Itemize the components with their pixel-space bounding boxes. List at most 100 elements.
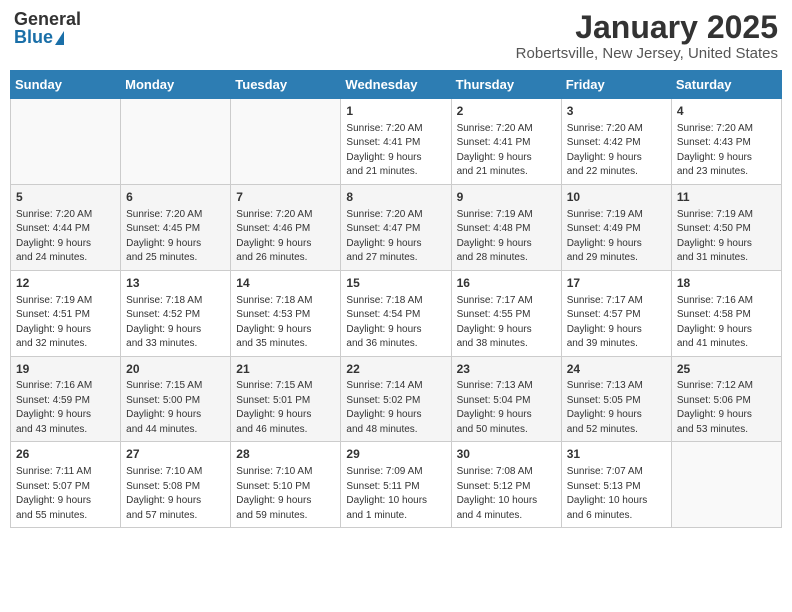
day-of-week-header: Thursday <box>451 71 561 99</box>
day-number: 1 <box>346 103 445 120</box>
calendar-cell: 11 Sunrise: 7:19 AM Sunset: 4:50 PM Dayli… <box>671 184 781 270</box>
day-info: Sunrise: 7:17 AM Sunset: 4:57 PM Dayligh… <box>567 294 666 352</box>
day-info: Sunrise: 7:11 AM Sunset: 5:07 PM Dayligh… <box>16 465 115 523</box>
calendar-cell <box>121 99 231 185</box>
day-info: Sunrise: 7:13 AM Sunset: 5:05 PM Dayligh… <box>567 379 666 437</box>
logo: General Blue <box>14 10 81 46</box>
day-info: Sunrise: 7:10 AM Sunset: 5:10 PM Dayligh… <box>236 465 335 523</box>
calendar-cell <box>11 99 121 185</box>
calendar-header: SundayMondayTuesdayWednesdayThursdayFrid… <box>11 71 782 99</box>
calendar-week-row: 5 Sunrise: 7:20 AM Sunset: 4:44 PM Daylig… <box>11 184 782 270</box>
calendar-cell: 23Sunrise: 7:13 AM Sunset: 5:04 PM Dayli… <box>451 356 561 442</box>
day-number: 26 <box>16 446 115 463</box>
calendar-cell: 1 Sunrise: 7:20 AM Sunset: 4:41 PM Daylig… <box>341 99 451 185</box>
calendar-cell: 30 Sunrise: 7:08 AM Sunset: 5:12 PM Dayli… <box>451 442 561 528</box>
calendar-cell: 9Sunrise: 7:19 AM Sunset: 4:48 PM Daylig… <box>451 184 561 270</box>
day-info: Sunrise: 7:12 AM Sunset: 5:06 PM Dayligh… <box>677 379 776 437</box>
calendar-cell: 18 Sunrise: 7:16 AM Sunset: 4:58 PM Dayli… <box>671 270 781 356</box>
day-number: 4 <box>677 103 776 120</box>
day-info: Sunrise: 7:18 AM Sunset: 4:52 PM Dayligh… <box>126 294 225 352</box>
day-number: 22 <box>346 361 445 378</box>
day-of-week-header: Wednesday <box>341 71 451 99</box>
day-number: 18 <box>677 275 776 292</box>
page-header: General Blue January 2025 Robertsville, … <box>10 10 782 62</box>
day-info: Sunrise: 7:20 AM Sunset: 4:46 PM Dayligh… <box>236 208 335 266</box>
day-info: Sunrise: 7:20 AM Sunset: 4:43 PM Dayligh… <box>677 122 776 180</box>
title-block: January 2025 Robertsville, New Jersey, U… <box>516 10 778 62</box>
day-number: 28 <box>236 446 335 463</box>
calendar-cell: 22Sunrise: 7:14 AM Sunset: 5:02 PM Dayli… <box>341 356 451 442</box>
day-number: 27 <box>126 446 225 463</box>
day-info: Sunrise: 7:15 AM Sunset: 5:01 PM Dayligh… <box>236 379 335 437</box>
calendar-cell: 16 Sunrise: 7:17 AM Sunset: 4:55 PM Dayli… <box>451 270 561 356</box>
day-info: Sunrise: 7:16 AM Sunset: 4:59 PM Dayligh… <box>16 379 115 437</box>
calendar-cell: 27 Sunrise: 7:10 AM Sunset: 5:08 PM Dayli… <box>121 442 231 528</box>
day-number: 5 <box>16 189 115 206</box>
calendar-cell: 15Sunrise: 7:18 AM Sunset: 4:54 PM Dayli… <box>341 270 451 356</box>
calendar-week-row: 1 Sunrise: 7:20 AM Sunset: 4:41 PM Daylig… <box>11 99 782 185</box>
calendar-cell: 3Sunrise: 7:20 AM Sunset: 4:42 PM Daylig… <box>561 99 671 185</box>
day-number: 19 <box>16 361 115 378</box>
calendar-cell <box>231 99 341 185</box>
calendar-cell: 19Sunrise: 7:16 AM Sunset: 4:59 PM Dayli… <box>11 356 121 442</box>
calendar-cell: 17Sunrise: 7:17 AM Sunset: 4:57 PM Dayli… <box>561 270 671 356</box>
calendar-cell: 31 Sunrise: 7:07 AM Sunset: 5:13 PM Dayli… <box>561 442 671 528</box>
logo-general-text: General <box>14 10 81 28</box>
day-number: 12 <box>16 275 115 292</box>
day-number: 7 <box>236 189 335 206</box>
day-number: 14 <box>236 275 335 292</box>
calendar-cell: 14Sunrise: 7:18 AM Sunset: 4:53 PM Dayli… <box>231 270 341 356</box>
day-info: Sunrise: 7:20 AM Sunset: 4:44 PM Dayligh… <box>16 208 115 266</box>
calendar-cell: 6Sunrise: 7:20 AM Sunset: 4:45 PM Daylig… <box>121 184 231 270</box>
day-info: Sunrise: 7:17 AM Sunset: 4:55 PM Dayligh… <box>457 294 556 352</box>
day-number: 31 <box>567 446 666 463</box>
day-info: Sunrise: 7:16 AM Sunset: 4:58 PM Dayligh… <box>677 294 776 352</box>
calendar-cell: 26 Sunrise: 7:11 AM Sunset: 5:07 PM Dayli… <box>11 442 121 528</box>
day-info: Sunrise: 7:19 AM Sunset: 4:50 PM Dayligh… <box>677 208 776 266</box>
calendar-week-row: 12Sunrise: 7:19 AM Sunset: 4:51 PM Dayli… <box>11 270 782 356</box>
logo-blue-text: Blue <box>14 28 81 46</box>
calendar-cell: 29 Sunrise: 7:09 AM Sunset: 5:11 PM Dayli… <box>341 442 451 528</box>
day-of-week-header: Tuesday <box>231 71 341 99</box>
day-number: 11 <box>677 189 776 206</box>
day-info: Sunrise: 7:08 AM Sunset: 5:12 PM Dayligh… <box>457 465 556 523</box>
page-title: January 2025 <box>516 10 778 45</box>
day-info: Sunrise: 7:20 AM Sunset: 4:41 PM Dayligh… <box>346 122 445 180</box>
calendar-cell: 12Sunrise: 7:19 AM Sunset: 4:51 PM Dayli… <box>11 270 121 356</box>
day-number: 2 <box>457 103 556 120</box>
logo-triangle-icon <box>55 31 64 45</box>
calendar-cell: 2Sunrise: 7:20 AM Sunset: 4:41 PM Daylig… <box>451 99 561 185</box>
calendar-cell: 8 Sunrise: 7:20 AM Sunset: 4:47 PM Daylig… <box>341 184 451 270</box>
calendar-cell: 21Sunrise: 7:15 AM Sunset: 5:01 PM Dayli… <box>231 356 341 442</box>
day-info: Sunrise: 7:09 AM Sunset: 5:11 PM Dayligh… <box>346 465 445 523</box>
day-number: 30 <box>457 446 556 463</box>
day-info: Sunrise: 7:20 AM Sunset: 4:47 PM Dayligh… <box>346 208 445 266</box>
calendar-cell: 20Sunrise: 7:15 AM Sunset: 5:00 PM Dayli… <box>121 356 231 442</box>
day-info: Sunrise: 7:19 AM Sunset: 4:49 PM Dayligh… <box>567 208 666 266</box>
calendar-week-row: 19Sunrise: 7:16 AM Sunset: 4:59 PM Dayli… <box>11 356 782 442</box>
day-number: 16 <box>457 275 556 292</box>
calendar-table: SundayMondayTuesdayWednesdayThursdayFrid… <box>10 70 782 528</box>
day-info: Sunrise: 7:10 AM Sunset: 5:08 PM Dayligh… <box>126 465 225 523</box>
day-info: Sunrise: 7:19 AM Sunset: 4:48 PM Dayligh… <box>457 208 556 266</box>
day-number: 24 <box>567 361 666 378</box>
day-number: 21 <box>236 361 335 378</box>
calendar-cell: 10Sunrise: 7:19 AM Sunset: 4:49 PM Dayli… <box>561 184 671 270</box>
day-of-week-header: Sunday <box>11 71 121 99</box>
calendar-cell: 5 Sunrise: 7:20 AM Sunset: 4:44 PM Daylig… <box>11 184 121 270</box>
day-info: Sunrise: 7:14 AM Sunset: 5:02 PM Dayligh… <box>346 379 445 437</box>
day-info: Sunrise: 7:07 AM Sunset: 5:13 PM Dayligh… <box>567 465 666 523</box>
day-number: 8 <box>346 189 445 206</box>
calendar-cell: 25Sunrise: 7:12 AM Sunset: 5:06 PM Dayli… <box>671 356 781 442</box>
day-of-week-header: Friday <box>561 71 671 99</box>
calendar-cell: 4 Sunrise: 7:20 AM Sunset: 4:43 PM Daylig… <box>671 99 781 185</box>
calendar-cell <box>671 442 781 528</box>
day-number: 25 <box>677 361 776 378</box>
day-info: Sunrise: 7:15 AM Sunset: 5:00 PM Dayligh… <box>126 379 225 437</box>
header-row: SundayMondayTuesdayWednesdayThursdayFrid… <box>11 71 782 99</box>
day-number: 23 <box>457 361 556 378</box>
day-of-week-header: Monday <box>121 71 231 99</box>
calendar-cell: 7 Sunrise: 7:20 AM Sunset: 4:46 PM Daylig… <box>231 184 341 270</box>
day-number: 6 <box>126 189 225 206</box>
day-number: 29 <box>346 446 445 463</box>
